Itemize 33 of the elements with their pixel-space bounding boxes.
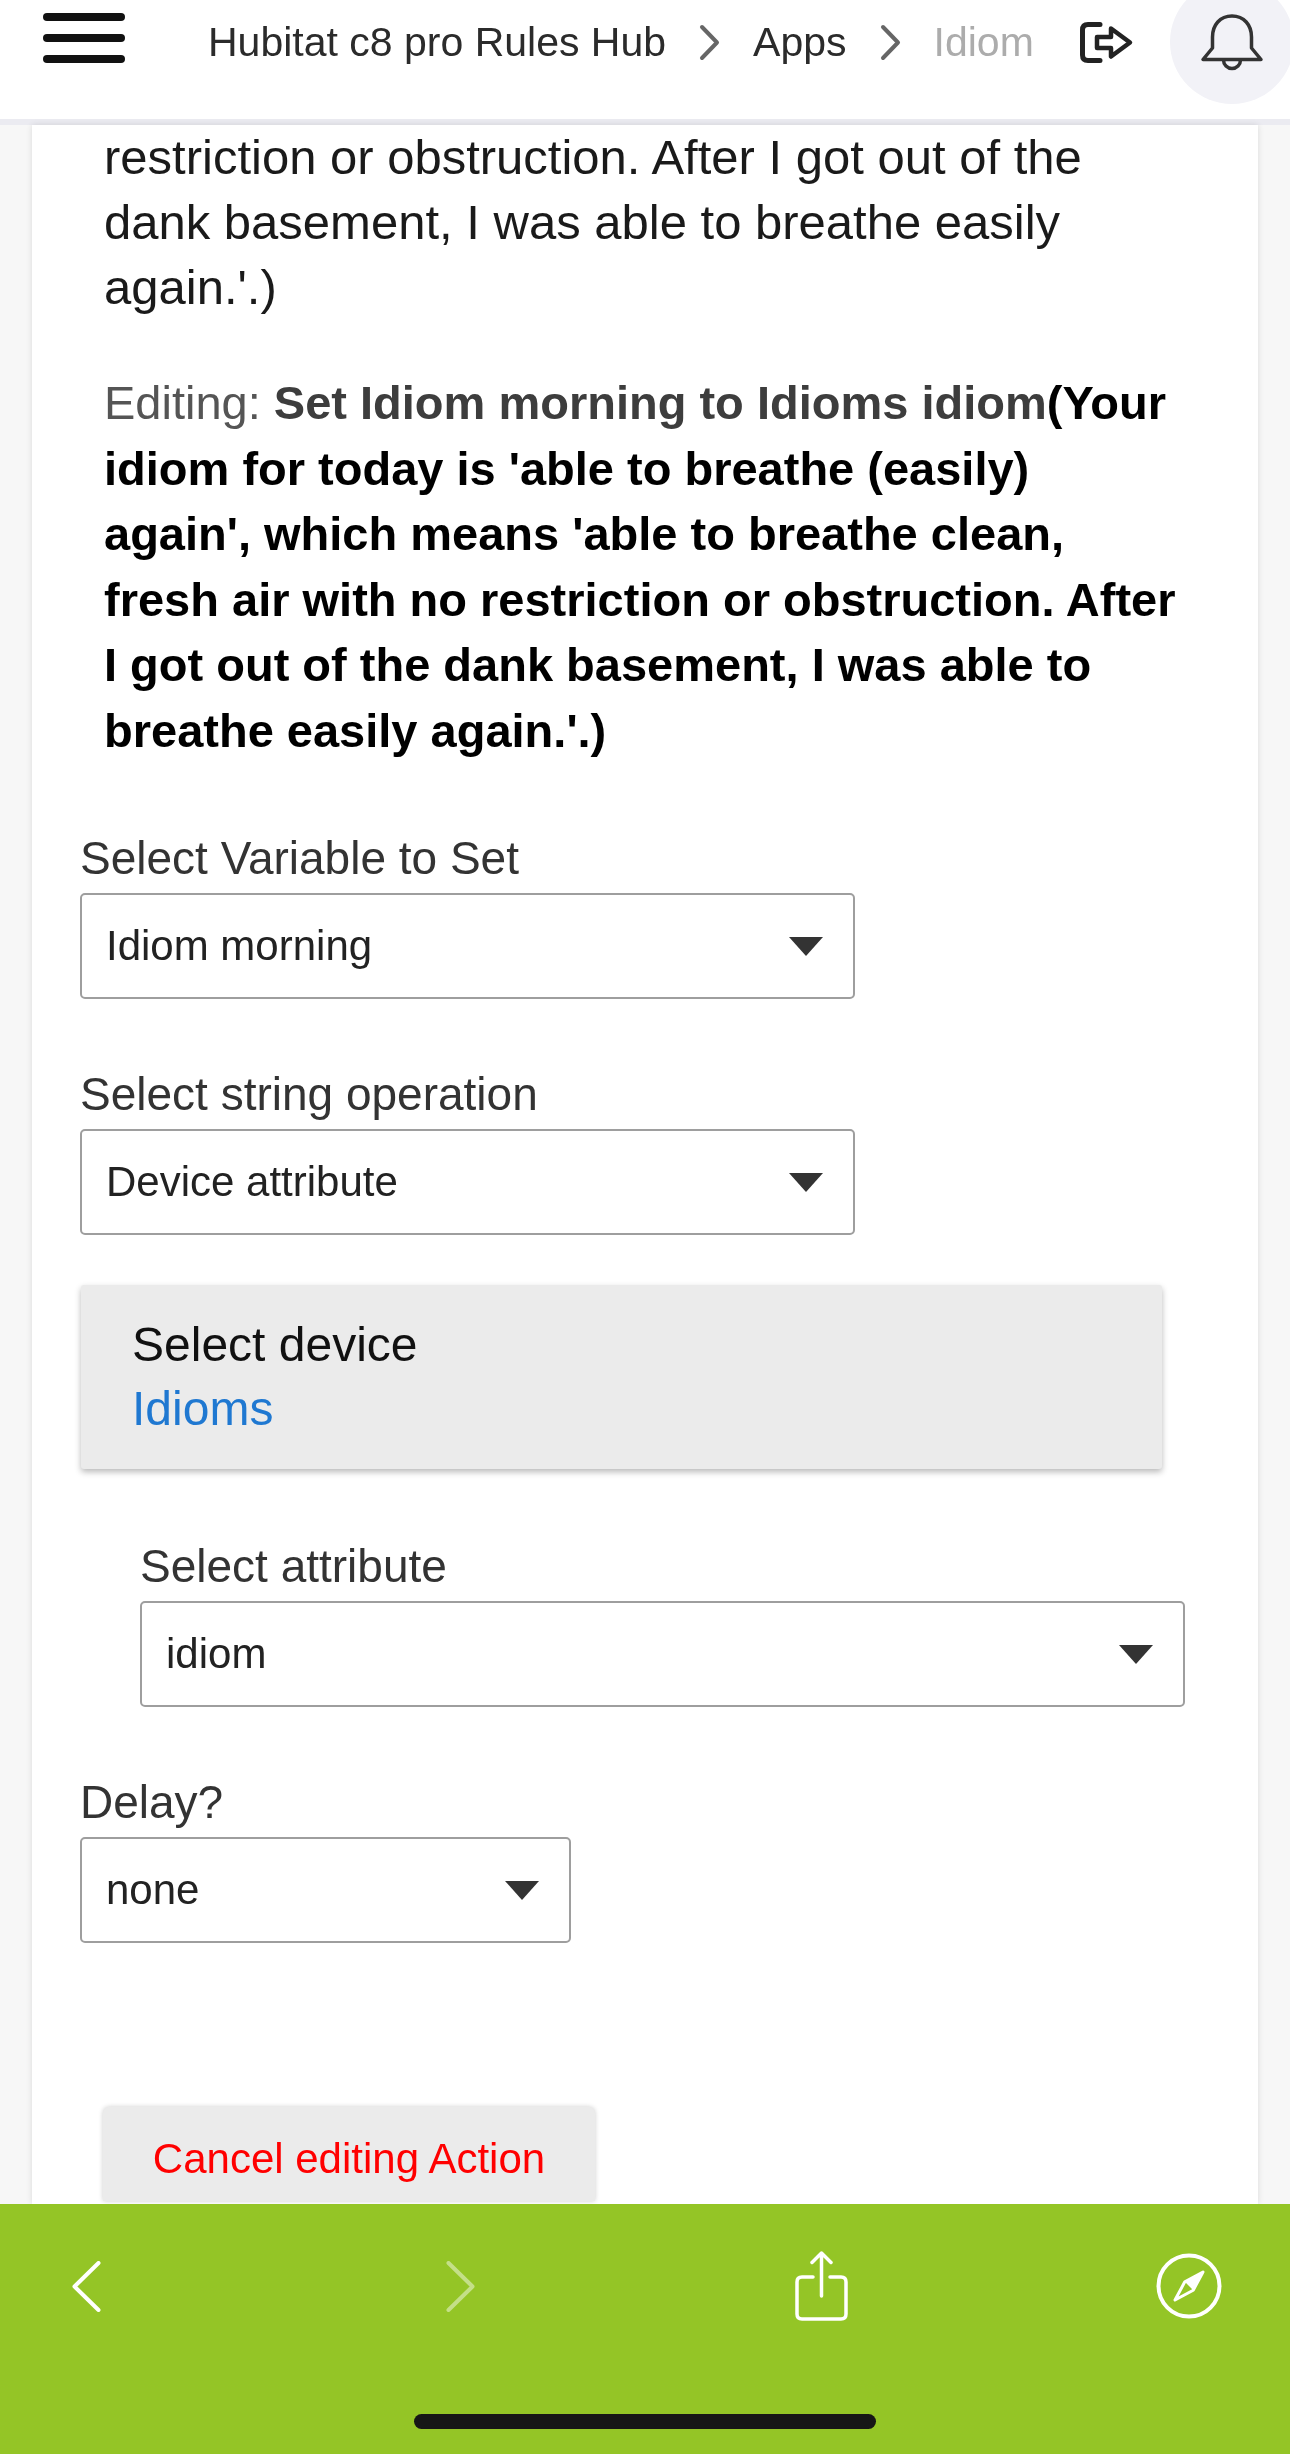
- logout-icon: [1079, 21, 1134, 64]
- menu-button[interactable]: [43, 13, 125, 63]
- select-dropdown[interactable]: none: [80, 1837, 571, 1943]
- forward-chevron-icon: [446, 2260, 475, 2312]
- share-button[interactable]: [794, 2250, 849, 2322]
- device-select-card[interactable]: Select device Idioms: [81, 1285, 1162, 1469]
- breadcrumb-link[interactable]: Hubitat c8 pro Rules Hub: [208, 0, 667, 84]
- back-button[interactable]: [72, 2260, 101, 2312]
- logout-button[interactable]: [1079, 21, 1134, 64]
- caret-icon: [789, 1172, 823, 1192]
- bell-icon: [1199, 13, 1265, 71]
- caret-icon: [1119, 1644, 1153, 1664]
- compass-button[interactable]: [1156, 2253, 1222, 2319]
- device-select-label: Select device: [132, 1317, 418, 1373]
- caret-icon: [789, 936, 823, 956]
- breadcrumb-link[interactable]: Apps: [753, 0, 847, 84]
- idiom-text: restriction or obstruction. After I got out of the dank basement, I was able to breathe easily again.'.): [104, 129, 1083, 316]
- chevron-right-icon: [699, 24, 721, 61]
- device-link[interactable]: Idioms: [132, 1377, 274, 1441]
- select-dropdown[interactable]: idiom: [140, 1601, 1185, 1707]
- field-label: Select Variable to Set: [80, 831, 519, 885]
- menu-icon: [43, 13, 125, 63]
- field-label: Delay?: [80, 1775, 224, 1829]
- chevron-right-icon: [879, 24, 901, 61]
- select-dropdown[interactable]: Idiom morning: [80, 893, 855, 999]
- compass-icon: [1156, 2253, 1222, 2319]
- field-label: Select attribute: [140, 1539, 447, 1593]
- back-chevron-icon: [72, 2260, 101, 2312]
- field-label: Select string operation: [80, 1067, 538, 1121]
- share-icon: [794, 2250, 849, 2322]
- select-dropdown[interactable]: Device attribute: [80, 1129, 855, 1235]
- editing-description: Editing: Set Idiom morning to Idioms idiom(Your idiom for today is 'able to breathe (easily) again', which means 'able to breathe clean, fresh air with no restriction or obstruction. After I got out of the dank basement, I was able to breathe easily again.'.): [104, 375, 1177, 759]
- caret-icon: [505, 1880, 539, 1900]
